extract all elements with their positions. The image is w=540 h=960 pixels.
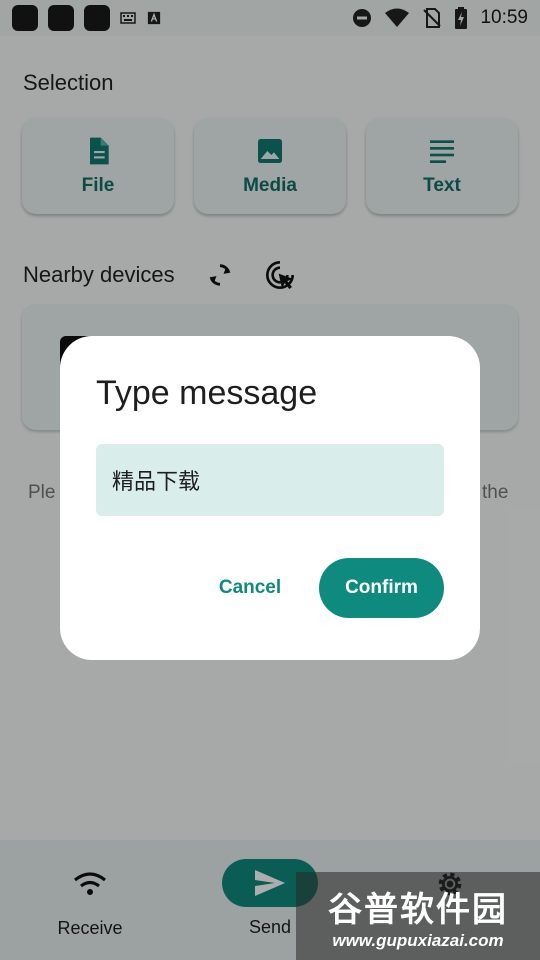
message-input[interactable]: 精品下载: [96, 444, 444, 516]
cancel-button[interactable]: Cancel: [210, 558, 290, 618]
watermark-text: 谷普软件园: [328, 889, 508, 930]
type-message-dialog: Type message 精品下载 Cancel Confirm: [60, 336, 480, 660]
watermark-logo: 谷普软件园 www.gupuxiazai.com: [296, 872, 540, 960]
watermark-url: www.gupuxiazai.com: [332, 930, 504, 950]
confirm-button[interactable]: Confirm: [319, 558, 444, 618]
dialog-title: Type message: [96, 374, 318, 412]
